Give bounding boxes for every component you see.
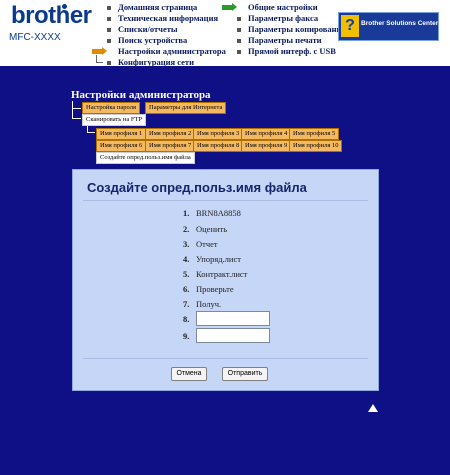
filename-field-9[interactable] bbox=[196, 328, 270, 343]
bullet-icon bbox=[107, 17, 111, 21]
item-number: 3. bbox=[183, 239, 190, 249]
nav-direct-usb-label: Прямой интерф. с USB bbox=[248, 46, 336, 56]
divider bbox=[83, 358, 368, 359]
tab-profile-8[interactable]: Имя профиля 8 bbox=[193, 140, 244, 152]
arrow-right-icon bbox=[222, 3, 237, 11]
list-item: 2. Оценить bbox=[183, 224, 227, 234]
header-bar: brother MFC-XXXX Домашняя страница Техни… bbox=[0, 0, 450, 68]
nav-find-device-label: Поиск устройства bbox=[118, 35, 188, 45]
nav-print-settings-label: Параметры печати bbox=[248, 35, 322, 45]
tree-connector bbox=[72, 108, 81, 119]
item-number: 1. bbox=[183, 208, 190, 218]
logo-dot-icon bbox=[62, 4, 67, 9]
bullet-icon bbox=[107, 39, 111, 43]
tab-scan-ftp[interactable]: Сканировать на FTP bbox=[82, 114, 147, 126]
bullet-icon bbox=[107, 28, 111, 32]
bullet-icon bbox=[237, 50, 241, 54]
arrow-right-icon bbox=[92, 47, 107, 55]
bullet-icon bbox=[237, 17, 241, 21]
nav-home-label: Домашняя страница bbox=[118, 2, 198, 12]
item-label: Отчет bbox=[196, 239, 218, 249]
bullet-icon bbox=[107, 61, 111, 65]
nav-find-device[interactable]: Поиск устройства bbox=[92, 35, 226, 46]
tab-profile-10[interactable]: Имя профиля 10 bbox=[289, 140, 343, 152]
page-title: Настройки администратора bbox=[71, 89, 211, 101]
form-title: Создайте опред.польз.имя файла bbox=[87, 180, 307, 195]
model-name: MFC-XXXX bbox=[9, 32, 61, 43]
item-number: 7. bbox=[183, 299, 190, 309]
tab-profile-6[interactable]: Имя профиля 6 bbox=[96, 140, 147, 152]
nav-lists-reports-label: Списки/отчеты bbox=[118, 24, 178, 34]
item-label: Упоряд.лист bbox=[196, 254, 241, 264]
solutions-center-label: Brother Solutions Center bbox=[361, 20, 439, 27]
list-item: 5. Контракт.лист bbox=[183, 269, 247, 279]
tree-connector bbox=[87, 126, 95, 133]
item-label: Оценить bbox=[196, 224, 228, 234]
item-number: 9. bbox=[183, 331, 190, 341]
filename-field-8[interactable] bbox=[196, 311, 270, 326]
cancel-button[interactable]: Отмена bbox=[171, 367, 207, 381]
tab-custom-filename[interactable]: Создайте опред.польз.имя файла bbox=[96, 152, 195, 164]
bullet-icon bbox=[107, 6, 111, 10]
nav-column-right: Общие настройки Параметры факса Параметр… bbox=[222, 2, 346, 57]
nav-fax-settings[interactable]: Параметры факса bbox=[222, 13, 346, 24]
solutions-center-button[interactable]: ? Brother Solutions Center bbox=[338, 12, 439, 41]
scroll-top-icon[interactable] bbox=[368, 404, 378, 412]
nav-admin-settings[interactable]: Настройки администратора bbox=[92, 46, 226, 57]
nav-general-settings[interactable]: Общие настройки bbox=[222, 2, 346, 13]
nav-print-settings[interactable]: Параметры печати bbox=[222, 35, 346, 46]
submit-button[interactable]: Отправить bbox=[222, 367, 268, 381]
list-item: 7. Получ. bbox=[183, 299, 221, 309]
nav-copy-settings[interactable]: Параметры копирования bbox=[222, 24, 346, 35]
item-number: 8. bbox=[183, 314, 190, 324]
tab-profile-4[interactable]: Имя профиля 4 bbox=[241, 128, 292, 140]
field-8-label: 8. bbox=[183, 314, 196, 324]
item-label: Контракт.лист bbox=[196, 269, 248, 279]
list-item: 4. Упоряд.лист bbox=[183, 254, 241, 264]
nav-admin-settings-label: Настройки администратора bbox=[118, 46, 226, 56]
nav-tech-info-label: Техническая информация bbox=[118, 13, 219, 23]
list-item: 6. Проверьте bbox=[183, 284, 234, 294]
bullet-icon bbox=[237, 39, 241, 43]
item-number: 4. bbox=[183, 254, 190, 264]
item-number: 6. bbox=[183, 284, 190, 294]
nav-copy-settings-label: Параметры копирования bbox=[248, 24, 346, 34]
tab-profile-5[interactable]: Имя профиля 5 bbox=[289, 128, 340, 140]
list-item: 1. BRN8A8858 bbox=[183, 208, 241, 218]
nav-fax-settings-label: Параметры факса bbox=[248, 13, 319, 23]
tab-profile-1[interactable]: Имя профиля 1 bbox=[96, 128, 147, 140]
divider bbox=[83, 200, 368, 201]
nav-home[interactable]: Домашняя страница bbox=[92, 2, 226, 13]
question-icon: ? bbox=[341, 15, 359, 37]
tab-internet-params[interactable]: Параметры для Интернета bbox=[145, 102, 227, 114]
item-label: Получ. bbox=[196, 299, 222, 309]
nav-column-left: Домашняя страница Техническая информация… bbox=[92, 2, 226, 68]
tab-password[interactable]: Настройка пароля bbox=[82, 102, 140, 114]
field-9-label: 9. bbox=[183, 331, 196, 341]
brother-logo[interactable]: brother bbox=[11, 2, 92, 30]
item-label: BRN8A8858 bbox=[196, 208, 241, 218]
tab-profile-3[interactable]: Имя профиля 3 bbox=[193, 128, 244, 140]
item-number: 5. bbox=[183, 269, 190, 279]
bullet-icon bbox=[237, 28, 241, 32]
nav-network-config-label: Конфигурация сети bbox=[118, 57, 194, 67]
nav-direct-usb[interactable]: Прямой интерф. с USB bbox=[222, 46, 346, 57]
nav-general-settings-label: Общие настройки bbox=[248, 2, 318, 12]
tab-profile-7[interactable]: Имя профиля 7 bbox=[145, 140, 196, 152]
filename-form-panel: Создайте опред.польз.имя файла 1. BRN8A88… bbox=[72, 169, 379, 391]
nav-tech-info[interactable]: Техническая информация bbox=[92, 13, 226, 24]
nav-lists-reports[interactable]: Списки/отчеты bbox=[92, 24, 226, 35]
list-item: 3. Отчет bbox=[183, 239, 218, 249]
nav-network-config[interactable]: Конфигурация сети bbox=[92, 55, 226, 68]
tree-branch-icon bbox=[96, 55, 103, 63]
item-label: Проверьте bbox=[196, 284, 234, 294]
tab-profile-2[interactable]: Имя профиля 2 bbox=[145, 128, 196, 140]
item-number: 2. bbox=[183, 224, 190, 234]
tab-profile-9[interactable]: Имя профиля 9 bbox=[241, 140, 292, 152]
